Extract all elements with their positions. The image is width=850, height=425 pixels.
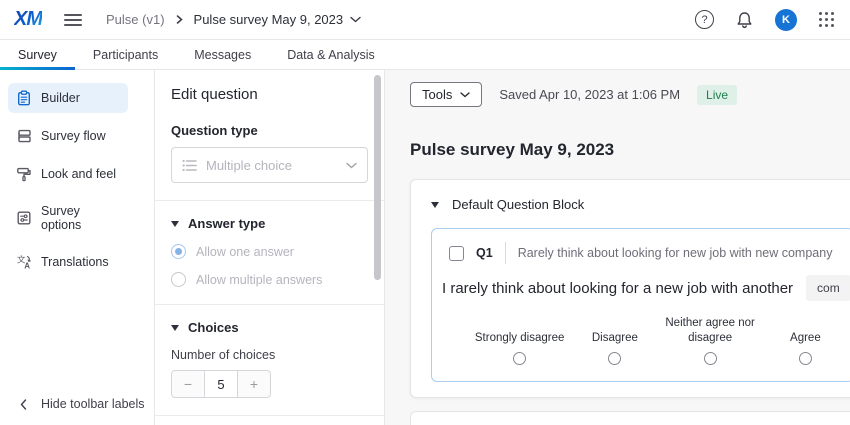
tab-data-analysis[interactable]: Data & Analysis [269,40,393,69]
divider [155,304,384,305]
sidebar-item-label: Translations [41,255,109,269]
choices-label: Choices [188,320,239,335]
number-of-choices-stepper: − 5 + [171,370,271,398]
sidebar-item-survey-options[interactable]: Survey options [8,197,128,239]
allow-multiple-answers-option[interactable]: Allow multiple answers [171,272,368,287]
likert-scale-row: Strongly disagree Disagree Neither agree… [432,316,850,365]
sidebar-item-translations[interactable]: 文A Translations [8,247,128,277]
hamburger-menu-icon[interactable] [64,14,82,26]
panel-title: Edit question [171,86,368,103]
question-type-value: Multiple choice [206,158,292,173]
chevron-down-icon[interactable] [350,16,361,23]
collapse-caret-icon [171,221,179,227]
sliders-icon [16,210,32,226]
divider [155,200,384,201]
edit-question-panel: Edit question Question type Multiple cho… [155,70,385,425]
scale-radio-icon[interactable] [608,352,621,365]
hide-toolbar-labels-text: Hide toolbar labels [41,397,145,411]
app-window: XM Pulse (v1) Pulse survey May 9, 2023 ?… [0,0,850,425]
answer-type-label: Answer type [188,216,265,231]
top-bar: XM Pulse (v1) Pulse survey May 9, 2023 ?… [0,0,850,40]
sidebar-item-look-and-feel[interactable]: Look and feel [8,159,128,189]
radio-selected-icon[interactable] [171,244,186,259]
chevron-left-icon [20,399,27,410]
allow-one-answer-option[interactable]: Allow one answer [171,244,368,259]
canvas-toolbar: Tools Saved Apr 10, 2023 at 1:06 PM Live [410,82,850,107]
xm-logo: XM [14,8,42,31]
breadcrumb-survey-name[interactable]: Pulse survey May 9, 2023 [194,12,344,27]
choices-section-header[interactable]: Choices [171,320,368,335]
tools-button[interactable]: Tools [410,82,482,107]
translate-icon: 文A [16,254,32,270]
chevron-right-icon [175,15,184,24]
scale-option: Neither agree nor disagree [663,316,758,365]
chevron-down-icon [460,92,470,98]
answer-type-section-header[interactable]: Answer type [171,216,368,231]
chevron-down-icon [346,162,357,169]
scale-radio-icon[interactable] [799,352,812,365]
piped-text-token[interactable]: com [806,275,850,301]
sidebar-item-label: Survey flow [41,129,106,143]
sidebar-item-label: Survey options [41,204,120,232]
tab-messages[interactable]: Messages [176,40,269,69]
block-collapse-caret-icon[interactable] [431,202,439,208]
help-icon[interactable]: ? [695,10,714,29]
next-question-card-partial[interactable] [410,411,850,425]
sidebar-item-survey-flow[interactable]: Survey flow [8,121,128,151]
top-bar-actions: ? K [695,9,834,31]
divider [155,415,384,416]
hide-toolbar-labels-button[interactable]: Hide toolbar labels [20,397,145,411]
question-id: Q1 [476,246,493,260]
scale-option: Agree [758,316,850,365]
question-block-card: Default Question Block Q1 Rarely think a… [410,179,850,398]
multiple-choice-list-icon [182,159,197,172]
question-checkbox[interactable] [449,246,464,261]
increment-button[interactable]: + [238,371,270,397]
choices-count-value[interactable]: 5 [204,371,238,397]
survey-flow-icon [16,128,32,144]
question-card-q1[interactable]: Q1 Rarely think about looking for new jo… [431,228,850,382]
decrement-button[interactable]: − [172,371,204,397]
question-header-row: Q1 Rarely think about looking for new jo… [432,242,850,264]
builder-clipboard-icon [16,90,32,106]
radio-unselected-icon[interactable] [171,272,186,287]
breadcrumb-project[interactable]: Pulse (v1) [106,12,165,27]
scale-option: Disagree [567,316,662,365]
divider [505,242,506,264]
scale-option: Strongly disagree [472,316,567,365]
question-text[interactable]: I rarely think about looking for a new j… [442,280,793,297]
sidebar: Builder Survey flow Look and feel Survey… [0,70,155,425]
panel-scrollbar[interactable] [374,75,381,280]
sidebar-item-label: Look and feel [41,167,116,181]
scale-radio-icon[interactable] [513,352,526,365]
sidebar-item-builder[interactable]: Builder [8,83,128,113]
tab-bar: Survey Participants Messages Data & Anal… [0,40,850,70]
paint-roller-icon [16,166,32,182]
user-avatar[interactable]: K [775,9,797,31]
survey-title: Pulse survey May 9, 2023 [410,140,850,160]
block-header[interactable]: Default Question Block [411,180,850,224]
number-of-choices-label: Number of choices [171,348,368,362]
svg-text:A: A [24,262,30,271]
tab-participants[interactable]: Participants [75,40,176,69]
question-text-row: I rarely think about looking for a new j… [442,275,850,301]
tab-survey[interactable]: Survey [0,40,75,69]
question-type-label: Question type [171,123,368,138]
saved-status: Saved Apr 10, 2023 at 1:06 PM [499,87,680,102]
block-title: Default Question Block [452,197,584,212]
survey-canvas: Tools Saved Apr 10, 2023 at 1:06 PM Live… [385,70,850,425]
notifications-bell-icon[interactable] [736,11,753,29]
scale-radio-icon[interactable] [704,352,717,365]
live-status-badge: Live [697,85,737,105]
question-summary: Rarely think about looking for new job w… [518,246,833,260]
question-type-select[interactable]: Multiple choice [171,147,368,183]
collapse-caret-icon [171,325,179,331]
sidebar-item-label: Builder [41,91,80,105]
app-launcher-grid-icon[interactable] [819,12,834,27]
